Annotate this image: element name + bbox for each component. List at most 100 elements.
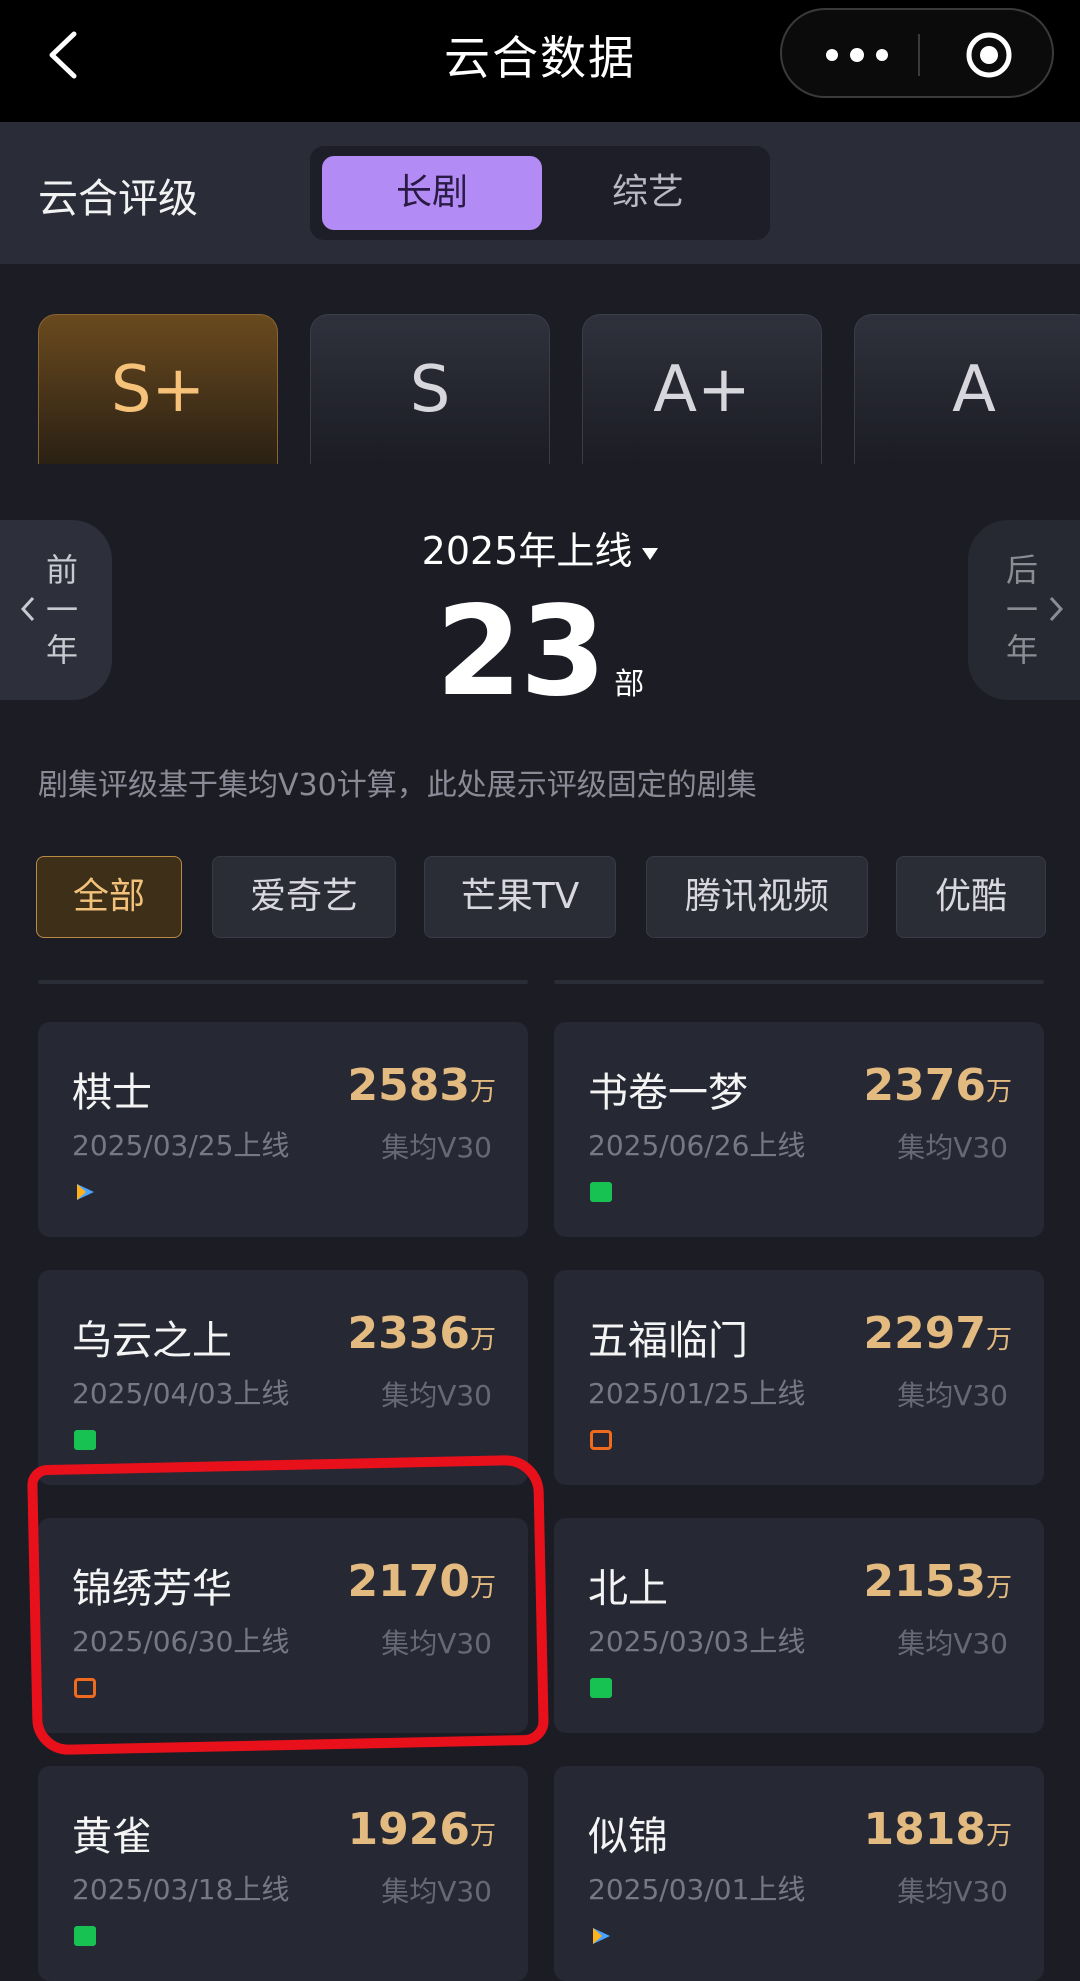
show-metric-label: 集均V30 — [381, 1875, 492, 1908]
show-count-value: 23 — [435, 580, 607, 724]
show-v30: 2583万 — [348, 1060, 496, 1111]
v30-unit: 万 — [985, 1077, 1012, 1107]
list-fade-edge — [38, 980, 528, 984]
show-metric-label: 集均V30 — [897, 1627, 1008, 1660]
mini-program-capsule — [780, 8, 1054, 98]
grade-tab-s-plus[interactable]: S+ — [38, 314, 278, 464]
filter-tencent[interactable]: 腾讯视频 — [646, 856, 868, 938]
list-fade-edge — [554, 980, 1044, 984]
next-year-label: 后一年 — [1006, 551, 1039, 669]
tab-variety[interactable]: 综艺 — [538, 156, 758, 230]
filter-iqiyi[interactable]: 爱奇艺 — [212, 856, 396, 938]
show-date: 2025/06/26上线 — [588, 1129, 806, 1162]
rating-title: 云合评级 — [38, 176, 198, 222]
filter-youku[interactable]: 优酷 — [896, 856, 1046, 938]
show-v30: 1818万 — [864, 1804, 1012, 1855]
show-card[interactable]: 黄雀 2025/03/18上线 1926万 集均V30 — [38, 1766, 528, 1981]
year-dropdown[interactable]: 2025年上线 — [340, 520, 740, 575]
platform-filter: 全部 爱奇艺 芒果TV 腾讯视频 优酷 — [36, 856, 1046, 938]
tencent-icon — [77, 1184, 94, 1200]
rating-header: 云合评级 长剧 综艺 — [0, 122, 1080, 264]
show-card[interactable]: 乌云之上 2025/04/03上线 2336万 集均V30 — [38, 1270, 528, 1485]
show-metric-label: 集均V30 — [897, 1131, 1008, 1164]
iqiyi-icon — [590, 1678, 612, 1698]
show-metric-label: 集均V30 — [381, 1379, 492, 1412]
show-date: 2025/06/30上线 — [72, 1625, 290, 1658]
show-v30: 2153万 — [864, 1556, 1012, 1607]
type-segmented-control: 长剧 综艺 — [310, 146, 770, 240]
caret-down-icon — [642, 547, 659, 560]
grade-tab-s[interactable]: S — [310, 314, 550, 464]
show-v30: 2170万 — [348, 1556, 496, 1607]
show-v30: 2376万 — [864, 1060, 1012, 1111]
show-card[interactable]: 锦绣芳华 2025/06/30上线 2170万 集均V30 — [38, 1518, 528, 1733]
v30-number: 2153 — [863, 1556, 986, 1607]
show-title: 黄雀 — [72, 1814, 152, 1860]
v30-number: 2583 — [347, 1060, 470, 1111]
v30-unit: 万 — [985, 1325, 1012, 1355]
v30-number: 2336 — [347, 1308, 470, 1359]
show-count-unit: 部 — [614, 667, 645, 702]
prev-year-button[interactable]: 前一年 — [0, 520, 112, 700]
year-selected: 2025年上线 — [421, 529, 633, 573]
mango-icon — [590, 1430, 612, 1450]
v30-unit: 万 — [469, 1325, 496, 1355]
show-card[interactable]: 书卷一梦 2025/06/26上线 2376万 集均V30 — [554, 1022, 1044, 1237]
show-title: 五福临门 — [588, 1318, 748, 1364]
grade-tab-a-plus[interactable]: A+ — [582, 314, 822, 464]
show-title: 乌云之上 — [72, 1318, 232, 1364]
iqiyi-icon — [74, 1926, 96, 1946]
iqiyi-icon — [74, 1430, 96, 1450]
show-v30: 2297万 — [864, 1308, 1012, 1359]
v30-number: 2376 — [863, 1060, 986, 1111]
chevron-right-icon — [1049, 596, 1064, 622]
show-date: 2025/03/01上线 — [588, 1873, 806, 1906]
filter-all[interactable]: 全部 — [36, 856, 182, 938]
show-card[interactable]: 北上 2025/03/03上线 2153万 集均V30 — [554, 1518, 1044, 1733]
v30-number: 1818 — [863, 1804, 986, 1855]
next-year-button[interactable]: 后一年 — [968, 520, 1080, 700]
v30-number: 2170 — [347, 1556, 470, 1607]
show-title: 锦绣芳华 — [72, 1566, 232, 1612]
show-metric-label: 集均V30 — [381, 1627, 492, 1660]
show-date: 2025/03/25上线 — [72, 1129, 290, 1162]
v30-unit: 万 — [469, 1821, 496, 1851]
v30-number: 1926 — [347, 1804, 470, 1855]
close-target-icon[interactable] — [964, 30, 1014, 80]
grade-tab-a[interactable]: A — [854, 314, 1080, 464]
show-card[interactable]: 五福临门 2025/01/25上线 2297万 集均V30 — [554, 1270, 1044, 1485]
show-card[interactable]: 棋士 2025/03/25上线 2583万 集均V30 — [38, 1022, 528, 1237]
show-date: 2025/03/03上线 — [588, 1625, 806, 1658]
show-v30: 2336万 — [348, 1308, 496, 1359]
v30-unit: 万 — [985, 1573, 1012, 1603]
nav-bar: 云合数据 — [0, 0, 1080, 122]
capsule-divider — [918, 34, 920, 76]
show-metric-label: 集均V30 — [897, 1875, 1008, 1908]
v30-unit: 万 — [469, 1573, 496, 1603]
show-title: 书卷一梦 — [588, 1070, 748, 1116]
show-metric-label: 集均V30 — [381, 1131, 492, 1164]
year-summary: 2025年上线 23 部 — [340, 520, 740, 724]
chevron-left-icon — [20, 596, 35, 622]
show-v30: 1926万 — [348, 1804, 496, 1855]
v30-unit: 万 — [985, 1821, 1012, 1851]
show-count: 23 部 — [340, 580, 740, 724]
show-title: 北上 — [588, 1566, 668, 1612]
tab-long-drama[interactable]: 长剧 — [322, 156, 542, 230]
show-metric-label: 集均V30 — [897, 1379, 1008, 1412]
show-date: 2025/04/03上线 — [72, 1377, 290, 1410]
show-title: 似锦 — [588, 1814, 668, 1860]
show-date: 2025/01/25上线 — [588, 1377, 806, 1410]
tencent-icon — [593, 1928, 610, 1944]
v30-number: 2297 — [863, 1308, 986, 1359]
show-date: 2025/03/18上线 — [72, 1873, 290, 1906]
v30-unit: 万 — [469, 1077, 496, 1107]
show-card[interactable]: 似锦 2025/03/01上线 1818万 集均V30 — [554, 1766, 1044, 1981]
rating-note: 剧集评级基于集均V30计算，此处展示评级固定的剧集 — [38, 768, 757, 803]
filter-mango[interactable]: 芒果TV — [424, 856, 616, 938]
prev-year-label: 前一年 — [46, 551, 79, 669]
more-dots-icon[interactable] — [822, 40, 892, 70]
grade-tabs: S+ S A+ A — [0, 314, 1080, 464]
show-title: 棋士 — [72, 1070, 152, 1116]
mango-icon — [74, 1678, 96, 1698]
